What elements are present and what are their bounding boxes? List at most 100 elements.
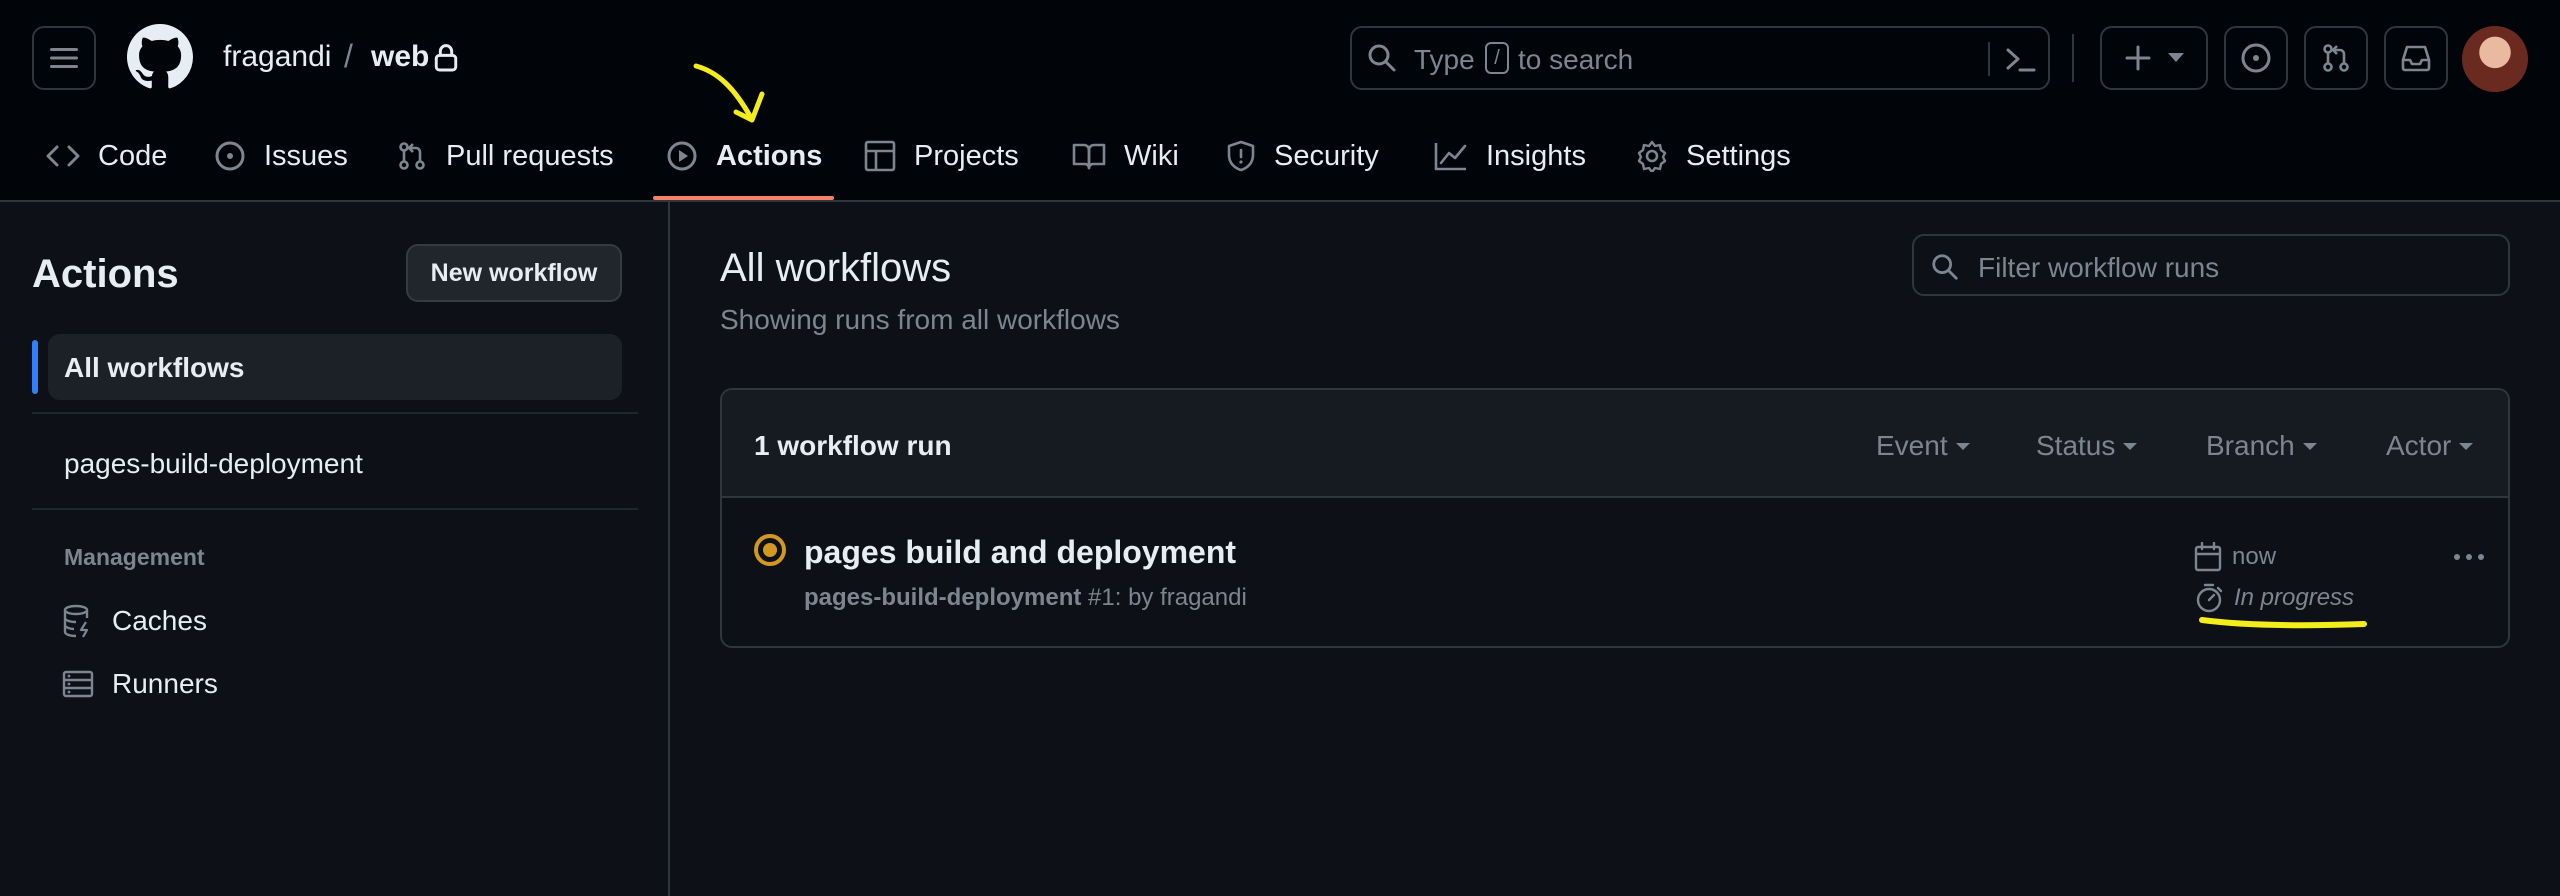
kebab-dot <box>2466 554 2472 560</box>
run-workflow-name: pages-build-deployment <box>804 584 1082 611</box>
command-palette-icon[interactable] <box>2004 44 2036 74</box>
active-tab-underline <box>653 196 834 200</box>
book-icon <box>1072 143 1106 170</box>
tab-code[interactable]: Code <box>46 136 167 176</box>
lock-icon <box>434 44 458 72</box>
menu-button[interactable] <box>32 26 96 90</box>
repo-owner-link[interactable]: fragandi <box>223 40 331 74</box>
gear-icon <box>1637 140 1667 172</box>
user-avatar[interactable] <box>2462 26 2528 92</box>
tab-projects-label: Projects <box>914 139 1019 172</box>
event-filter-dropdown[interactable]: Event <box>1876 430 1970 462</box>
tab-pull-requests[interactable]: Pull requests <box>396 136 614 176</box>
sidebar-item-runners[interactable]: Runners <box>62 668 218 700</box>
issue-opened-icon <box>2241 43 2271 73</box>
runs-list-header: 1 workflow run Event Status Branch Actor <box>722 390 2508 498</box>
path-separator: / <box>344 38 353 74</box>
tab-actions-label: Actions <box>716 139 823 172</box>
tab-insights[interactable]: Insights <box>1434 136 1586 176</box>
database-icon <box>63 604 89 638</box>
inbox-button[interactable] <box>2384 26 2448 90</box>
tab-actions[interactable]: Actions <box>666 136 822 176</box>
inbox-icon <box>2401 45 2431 72</box>
tab-settings[interactable]: Settings <box>1636 136 1791 176</box>
plus-icon <box>2125 45 2151 71</box>
tab-security[interactable]: Security <box>1226 136 1379 176</box>
annotation-arrow <box>693 63 765 123</box>
branch-filter-dropdown[interactable]: Branch <box>2206 430 2317 462</box>
run-timestamp: now <box>2194 542 2276 572</box>
management-heading: Management <box>64 544 205 570</box>
table-icon <box>864 140 896 172</box>
git-pull-request-icon <box>399 142 425 170</box>
tab-settings-label: Settings <box>1686 139 1791 172</box>
calendar-icon <box>2194 542 2222 572</box>
issues-button[interactable] <box>2224 26 2288 90</box>
event-filter-label: Event <box>1876 430 1948 461</box>
actor-filter-label: Actor <box>2386 430 2452 461</box>
play-icon <box>667 141 697 171</box>
tab-security-label: Security <box>1274 139 1379 172</box>
kebab-dot <box>2454 554 2460 560</box>
run-actions-menu-button[interactable] <box>2454 554 2484 560</box>
sidebar-divider <box>32 508 638 510</box>
search-placeholder-suffix: to search <box>1518 44 1634 75</box>
caret-down-icon <box>2459 442 2474 450</box>
sidebar-item-all-workflows-label: All workflows <box>64 352 245 383</box>
workflow-runs-list: 1 workflow run Event Status Branch Actor… <box>720 388 2510 648</box>
new-workflow-button[interactable]: New workflow <box>406 244 622 302</box>
stopwatch-icon <box>2196 583 2223 613</box>
run-meta: pages-build-deployment #1: by fragandi <box>804 584 1247 612</box>
tab-code-label: Code <box>98 139 168 172</box>
issue-opened-icon <box>215 141 245 171</box>
server-icon <box>62 670 94 698</box>
caret-down-icon <box>2123 442 2138 450</box>
graph-icon <box>1434 143 1467 171</box>
tab-projects[interactable]: Projects <box>864 136 1019 176</box>
tab-wiki[interactable]: Wiki <box>1072 136 1179 176</box>
tab-insights-label: Insights <box>1486 139 1586 172</box>
active-indicator <box>32 340 38 394</box>
filter-placeholder: Filter workflow runs <box>1978 252 2220 283</box>
search-divider <box>1988 42 1990 76</box>
search-placeholder-prefix: Type <box>1414 44 1475 75</box>
create-new-button[interactable] <box>2100 26 2208 90</box>
sidebar-divider <box>32 412 638 414</box>
git-pull-request-icon <box>2323 44 2349 72</box>
tab-issues[interactable]: Issues <box>214 136 348 176</box>
tab-issues-label: Issues <box>264 139 348 172</box>
run-when-label: now <box>2232 543 2277 570</box>
sidebar-item-runners-label: Runners <box>112 668 218 699</box>
status-filter-dropdown[interactable]: Status <box>2036 430 2138 462</box>
run-meta-detail: #1: by fragandi <box>1088 584 1247 611</box>
tab-pull-requests-label: Pull requests <box>446 139 614 172</box>
branch-filter-label: Branch <box>2206 430 2295 461</box>
sidebar-item-caches-label: Caches <box>112 605 207 636</box>
repo-name-link[interactable]: web <box>371 40 429 74</box>
caret-down-icon <box>2302 442 2317 450</box>
run-title-link[interactable]: pages build and deployment <box>804 534 1236 571</box>
search-input[interactable]: Type / to search <box>1350 26 2050 90</box>
code-icon <box>46 145 80 167</box>
filter-runs-input[interactable]: Filter workflow runs <box>1912 234 2510 296</box>
run-duration: In progress <box>2194 582 2354 614</box>
search-icon <box>1368 44 1396 72</box>
pull-requests-button[interactable] <box>2304 26 2368 90</box>
sidebar-title: Actions <box>32 252 179 296</box>
global-header: fragandi / web Type / to search Code Iss… <box>0 0 2560 202</box>
triangle-down-icon <box>2168 53 2184 62</box>
search-icon <box>1932 254 1958 280</box>
shield-icon <box>1227 140 1255 172</box>
actor-filter-dropdown[interactable]: Actor <box>2386 430 2474 462</box>
kebab-dot <box>2478 554 2484 560</box>
sidebar-item-caches[interactable]: Caches <box>62 604 207 638</box>
annotation-underline <box>2199 617 2367 629</box>
github-logo-icon[interactable] <box>127 24 193 90</box>
sidebar-item-pages-build-deployment[interactable]: pages-build-deployment <box>64 448 363 480</box>
run-duration-label: In progress <box>2234 584 2355 611</box>
actions-sidebar: Actions New workflow All workflows pages… <box>0 202 670 896</box>
status-filter-label: Status <box>2036 430 2116 461</box>
search-shortcut-key: / <box>1485 42 1509 74</box>
tab-wiki-label: Wiki <box>1124 139 1179 172</box>
caret-down-icon <box>1955 442 1970 450</box>
